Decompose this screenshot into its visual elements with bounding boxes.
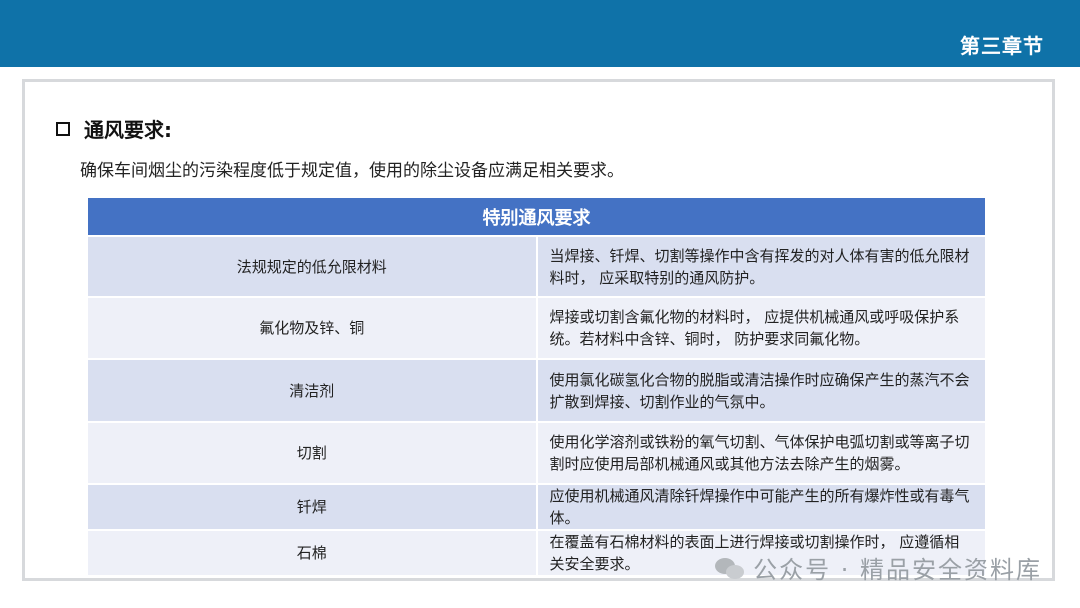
header-bar: 第三章节 [0,0,1080,67]
row-category: 氟化物及锌、铜 [88,296,538,359]
row-category: 法规规定的低允限材料 [88,235,538,297]
wechat-icon [715,556,745,580]
row-requirement: 使用化学溶剂或铁粉的氧气切割、气体保护电弧切割或等离子切割时应使用局部机械通风或… [536,421,985,484]
ventilation-table: 特别通风要求 法规规定的低允限材料 当焊接、钎焊、切割等操作中含有挥发的对人体有… [88,198,985,575]
section-heading: 通风要求: [56,114,172,143]
intro-text: 确保车间烟尘的污染程度低于规定值，使用的除尘设备应满足相关要求。 [80,161,624,181]
table-row: 清洁剂 使用氯化碳氢化合物的脱脂或清洁操作时应确保产生的蒸汽不会扩散到焊接、切割… [88,358,985,422]
chapter-label: 第三章节 [960,34,1044,58]
table-row: 法规规定的低允限材料 当焊接、钎焊、切割等操作中含有挥发的对人体有害的低允限材料… [88,235,985,297]
row-category: 钎焊 [88,483,538,530]
row-requirement: 使用氯化碳氢化合物的脱脂或清洁操作时应确保产生的蒸汽不会扩散到焊接、切割作业的气… [536,358,985,422]
table-row: 氟化物及锌、铜 焊接或切割含氟化物的材料时， 应提供机械通风或呼吸保护系统。若材… [88,296,985,359]
row-requirement: 当焊接、钎焊、切割等操作中含有挥发的对人体有害的低允限材料时， 应采取特别的通风… [536,235,985,297]
row-requirement: 应使用机械通风清除钎焊操作中可能产生的所有爆炸性或有毒气体。 [536,483,985,530]
watermark: 公众号 · 精品安全资料库 [715,550,1042,585]
section-title: 通风要求: [84,118,172,142]
row-category: 切割 [88,421,538,484]
watermark-text: 公众号 · 精品安全资料库 [753,556,1042,584]
row-category: 清洁剂 [88,358,538,422]
table-title: 特别通风要求 [88,198,985,236]
table-row: 钎焊 应使用机械通风清除钎焊操作中可能产生的所有爆炸性或有毒气体。 [88,483,985,530]
square-bullet-icon [56,121,70,136]
row-requirement: 焊接或切割含氟化物的材料时， 应提供机械通风或呼吸保护系统。若材料中含锌、铜时，… [536,296,985,359]
row-category: 石棉 [88,529,538,575]
table-row: 切割 使用化学溶剂或铁粉的氧气切割、气体保护电弧切割或等离子切割时应使用局部机械… [88,421,985,484]
